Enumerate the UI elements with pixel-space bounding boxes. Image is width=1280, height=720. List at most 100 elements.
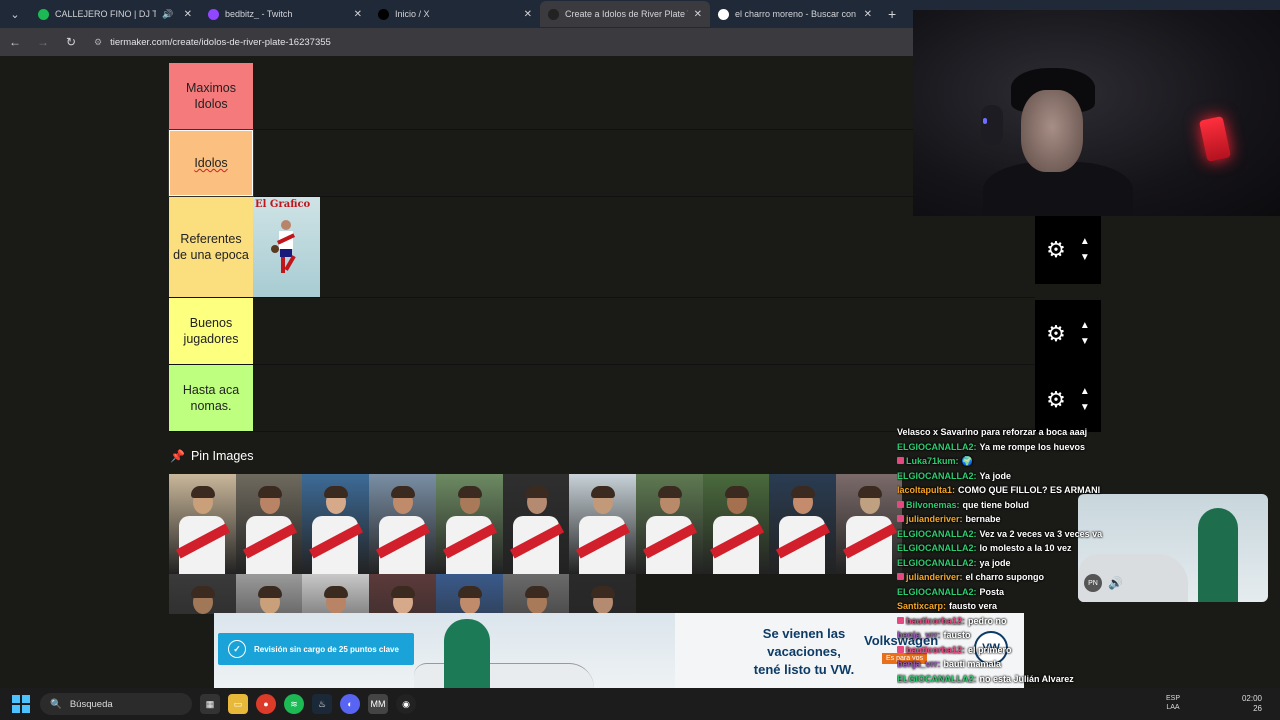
chat-username[interactable]: ELGIOCANALLA2: xyxy=(897,558,977,568)
tier-label[interactable]: Maximos Idolos xyxy=(169,63,253,129)
chat-message: lacoltapulta1: COMO QUE FILLOL? ES ARMANI xyxy=(897,483,1280,498)
pool-player-image[interactable] xyxy=(369,474,437,574)
tier-drop-zone[interactable] xyxy=(253,365,1035,431)
gear-icon[interactable]: ⚙ xyxy=(1046,387,1066,413)
close-tab-icon[interactable]: ✕ xyxy=(354,9,362,20)
close-tab-icon[interactable]: ✕ xyxy=(184,9,192,20)
chat-username[interactable]: ELGIOCANALLA2: xyxy=(897,471,977,481)
tier-label[interactable]: Referentes de una epoca xyxy=(169,197,253,297)
site-info-icon[interactable]: ⚙ xyxy=(94,37,102,48)
new-tab-button[interactable]: + xyxy=(888,6,896,22)
pool-player-image[interactable] xyxy=(369,574,437,614)
tier-item-image[interactable]: El Grafico xyxy=(253,197,320,297)
pool-player-image[interactable] xyxy=(235,574,303,614)
pool-player-image[interactable] xyxy=(502,474,570,574)
pool-player-image[interactable] xyxy=(302,574,370,614)
chat-message: Santixcarp: fausto vera xyxy=(897,599,1280,614)
pool-player-image[interactable] xyxy=(235,474,303,574)
chrome-icon[interactable]: ● xyxy=(256,694,276,714)
chat-username[interactable]: ELGIOCANALLA2: xyxy=(897,442,977,452)
chat-username[interactable]: julianderiver: xyxy=(906,514,963,524)
discord-icon[interactable]: ◐ xyxy=(340,694,360,714)
reload-icon[interactable]: ↻ xyxy=(64,35,78,49)
back-icon[interactable]: ← xyxy=(8,35,22,49)
chevron-down-icon[interactable]: ▼ xyxy=(1080,337,1090,347)
browser-tab[interactable]: el charro moreno - Buscar con ✕ xyxy=(710,1,880,27)
taskbar-search[interactable]: 🔍 Búsqueda xyxy=(40,693,192,715)
tab-audio-icon[interactable]: 🔊 xyxy=(162,9,173,20)
browser-tab[interactable]: bedbitz_ - Twitch ✕ xyxy=(200,1,370,27)
tier-label[interactable]: Buenos jugadores xyxy=(169,298,253,364)
player-hair xyxy=(457,586,482,598)
steam-icon[interactable]: ♨ xyxy=(312,694,332,714)
tab-search-chevron-icon[interactable]: ⌄ xyxy=(4,3,26,25)
pool-player-image[interactable] xyxy=(302,474,370,574)
chat-username[interactable]: bauticorba12: xyxy=(906,616,965,626)
obs-icon[interactable]: ◉ xyxy=(396,694,416,714)
chat-username[interactable]: Santixcarp: xyxy=(897,601,946,611)
forward-icon[interactable]: → xyxy=(36,35,50,49)
close-tab-icon[interactable]: ✕ xyxy=(524,9,532,20)
twitch-icon xyxy=(208,8,219,20)
file-explorer-icon[interactable]: ▭ xyxy=(228,694,248,714)
pool-player-image[interactable] xyxy=(569,474,637,574)
pool-player-image[interactable] xyxy=(502,574,570,614)
pool-player-image[interactable] xyxy=(169,574,236,614)
pool-player-image[interactable] xyxy=(569,574,637,614)
chevron-up-icon[interactable]: ▲ xyxy=(1080,237,1090,247)
browser-tab[interactable]: Inicio / X ✕ xyxy=(370,1,540,27)
tier-label-text: Buenos jugadores xyxy=(183,316,239,346)
pool-player-image[interactable] xyxy=(769,474,837,574)
red-lamp xyxy=(1198,115,1232,163)
tier-drop-zone[interactable] xyxy=(253,298,1035,364)
pool-player-image[interactable] xyxy=(435,474,503,574)
pool-player-image[interactable] xyxy=(702,474,770,574)
player-hair xyxy=(858,486,882,498)
chat-username[interactable]: benja_vrr: xyxy=(897,659,941,669)
chat-username[interactable]: Bilvonemas: xyxy=(906,500,960,510)
chat-username[interactable]: ELGIOCANALLA2: xyxy=(897,587,977,597)
chat-text: Ya jode xyxy=(979,470,1012,481)
spotify-icon xyxy=(38,8,49,20)
pool-player-image[interactable] xyxy=(169,474,236,574)
language-indicator[interactable]: ESP LAA xyxy=(1166,694,1180,712)
tier-label[interactable]: Idolos xyxy=(168,129,254,197)
chat-text: Posta xyxy=(979,586,1005,597)
player-hair xyxy=(324,486,349,498)
close-tab-icon[interactable]: ✕ xyxy=(694,9,702,20)
pool-player-image[interactable] xyxy=(635,474,703,574)
chevron-down-icon[interactable]: ▼ xyxy=(1080,402,1090,413)
chat-username[interactable]: bauticorba12: xyxy=(906,645,965,655)
close-tab-icon[interactable]: ✕ xyxy=(864,9,872,20)
chevron-up-icon[interactable]: ▲ xyxy=(1080,321,1090,331)
chat-text: el charro supongo xyxy=(965,572,1045,582)
spotify-icon[interactable]: ≋ xyxy=(284,694,304,714)
pool-player-image[interactable] xyxy=(836,474,902,574)
chat-username[interactable]: ELGIOCANALLA2: xyxy=(897,674,977,684)
windows-start-icon[interactable] xyxy=(12,695,30,713)
gear-icon[interactable]: ⚙ xyxy=(1046,237,1066,263)
browser-tab[interactable]: Create a Idolos de River Plate T ✕ xyxy=(540,1,710,27)
chat-message: Velasco x Savarino para reforzar a boca … xyxy=(897,425,1280,440)
tier-label[interactable]: Hasta aca nomas. xyxy=(169,365,253,431)
chat-username[interactable]: ELGIOCANALLA2: xyxy=(897,543,977,553)
app-mm-icon[interactable]: MM xyxy=(368,694,388,714)
tier-row-controls: ⚙ ▲ ▼ xyxy=(1035,216,1101,284)
pool-player-image[interactable] xyxy=(435,574,503,614)
chat-username[interactable]: Luka71kum: xyxy=(906,456,959,466)
url-field[interactable]: ⚙ tiermaker.com/create/idolos-de-river-p… xyxy=(94,37,331,48)
banner-offer-text: Revisión sin cargo de 25 puntos clave xyxy=(254,644,399,654)
player-hair xyxy=(791,486,816,498)
chevron-up-icon[interactable]: ▲ xyxy=(1080,386,1090,397)
chat-username[interactable]: benja_vrr: xyxy=(897,630,941,640)
chat-username[interactable]: lacoltapulta1: xyxy=(897,485,955,495)
chat-text: pedro no xyxy=(968,615,1007,626)
store-icon[interactable]: ▦ xyxy=(200,694,220,714)
gear-icon[interactable]: ⚙ xyxy=(1046,321,1066,347)
chevron-down-icon[interactable]: ▼ xyxy=(1080,253,1090,263)
chat-username[interactable]: julianderiver: xyxy=(906,572,963,582)
banner-offer-pill: ✓ Revisión sin cargo de 25 puntos clave xyxy=(218,633,414,665)
browser-tab[interactable]: CALLEJERO FINO | DJ TAO T 🔊 ✕ xyxy=(30,1,200,27)
system-clock[interactable]: 02:00 26 xyxy=(1242,694,1262,714)
chat-username[interactable]: ELGIOCANALLA2: xyxy=(897,529,977,539)
